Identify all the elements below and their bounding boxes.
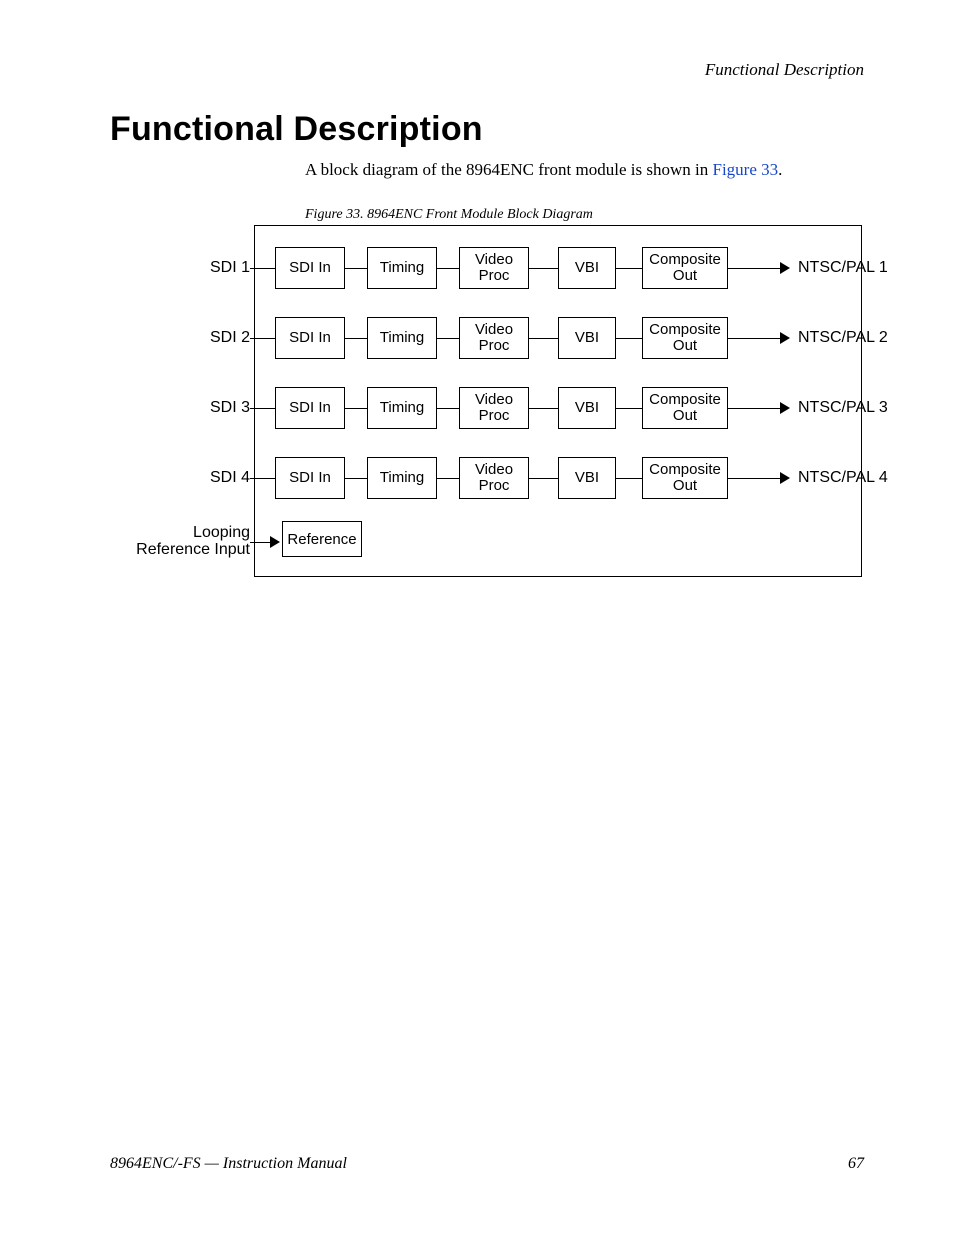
block-vbi: VBI bbox=[558, 457, 616, 499]
block-timing: Timing bbox=[367, 247, 437, 289]
figure-reference-link[interactable]: Figure 33 bbox=[712, 160, 778, 179]
connector-line bbox=[437, 408, 459, 409]
arrow-right-icon bbox=[270, 536, 280, 548]
reference-input-label: Looping Reference Input bbox=[130, 525, 250, 559]
connector-line bbox=[616, 338, 642, 339]
connector-line bbox=[616, 408, 642, 409]
arrow-right-icon bbox=[780, 332, 790, 344]
signal-row-3: SDI 3 SDI In Timing Video Proc VBI Compo… bbox=[130, 387, 870, 429]
page: Functional Description Functional Descri… bbox=[0, 0, 954, 1235]
footer-manual-title: 8964ENC/-FS — Instruction Manual bbox=[110, 1155, 347, 1173]
input-label: SDI 1 bbox=[190, 259, 250, 277]
connector-line bbox=[345, 408, 367, 409]
connector-line bbox=[437, 338, 459, 339]
intro-text-before: A block diagram of the 8964ENC front mod… bbox=[305, 160, 712, 179]
ref-label-line1: Looping bbox=[193, 524, 250, 541]
block-label-line2: Proc bbox=[479, 338, 510, 354]
block-composite-out: Composite Out bbox=[642, 247, 728, 289]
intro-text-after: . bbox=[778, 160, 782, 179]
input-label: SDI 2 bbox=[190, 329, 250, 347]
output-label: NTSC/PAL 2 bbox=[798, 329, 888, 347]
block-reference: Reference bbox=[282, 521, 362, 557]
signal-row-2: SDI 2 SDI In Timing Video Proc VBI Compo… bbox=[130, 317, 870, 359]
block-composite-out: Composite Out bbox=[642, 457, 728, 499]
arrow-right-icon bbox=[780, 472, 790, 484]
block-sdi-in: SDI In bbox=[275, 247, 345, 289]
block-label-line1: Composite bbox=[649, 392, 721, 408]
connector-line bbox=[437, 478, 459, 479]
input-label: SDI 4 bbox=[190, 469, 250, 487]
block-label-line2: Proc bbox=[479, 268, 510, 284]
connector-line bbox=[345, 268, 367, 269]
block-sdi-in: SDI In bbox=[275, 317, 345, 359]
block-timing: Timing bbox=[367, 317, 437, 359]
running-head: Functional Description bbox=[705, 60, 864, 80]
block-timing: Timing bbox=[367, 387, 437, 429]
block-sdi-in: SDI In bbox=[275, 387, 345, 429]
block-composite-out: Composite Out bbox=[642, 387, 728, 429]
signal-row-4: SDI 4 SDI In Timing Video Proc VBI Compo… bbox=[130, 457, 870, 499]
connector-line bbox=[529, 478, 558, 479]
block-label-line1: Video bbox=[475, 392, 513, 408]
signal-row-1: SDI 1 SDI In Timing Video Proc VBI Compo… bbox=[130, 247, 870, 289]
arrow-right-icon bbox=[780, 402, 790, 414]
block-label-line1: Video bbox=[475, 322, 513, 338]
block-label-line2: Out bbox=[673, 408, 697, 424]
figure-caption: Figure 33. 8964ENC Front Module Block Di… bbox=[305, 207, 593, 223]
connector-line bbox=[250, 268, 275, 269]
output-label: NTSC/PAL 3 bbox=[798, 399, 888, 417]
block-video-proc: Video Proc bbox=[459, 387, 529, 429]
connector-line bbox=[728, 338, 785, 339]
block-diagram: SDI 1 SDI In Timing Video Proc VBI Compo… bbox=[130, 225, 870, 585]
block-label-line1: Video bbox=[475, 462, 513, 478]
block-label-line2: Out bbox=[673, 478, 697, 494]
block-label-line1: Video bbox=[475, 252, 513, 268]
intro-paragraph: A block diagram of the 8964ENC front mod… bbox=[305, 160, 782, 180]
connector-line bbox=[616, 268, 642, 269]
connector-line bbox=[345, 338, 367, 339]
ref-label-line2: Reference Input bbox=[136, 541, 250, 558]
input-label: SDI 3 bbox=[190, 399, 250, 417]
connector-line bbox=[728, 408, 785, 409]
arrow-right-icon bbox=[780, 262, 790, 274]
footer-page-number: 67 bbox=[848, 1155, 864, 1173]
connector-line bbox=[616, 478, 642, 479]
connector-line bbox=[529, 268, 558, 269]
block-label-line2: Out bbox=[673, 338, 697, 354]
block-vbi: VBI bbox=[558, 317, 616, 359]
block-timing: Timing bbox=[367, 457, 437, 499]
block-vbi: VBI bbox=[558, 387, 616, 429]
output-label: NTSC/PAL 1 bbox=[798, 259, 888, 277]
block-label-line1: Composite bbox=[649, 252, 721, 268]
connector-line bbox=[437, 268, 459, 269]
connector-line bbox=[345, 478, 367, 479]
block-label-line2: Out bbox=[673, 268, 697, 284]
block-vbi: VBI bbox=[558, 247, 616, 289]
output-label: NTSC/PAL 4 bbox=[798, 469, 888, 487]
block-video-proc: Video Proc bbox=[459, 317, 529, 359]
block-label-line2: Proc bbox=[479, 478, 510, 494]
block-label-line1: Composite bbox=[649, 462, 721, 478]
block-sdi-in: SDI In bbox=[275, 457, 345, 499]
connector-line bbox=[529, 408, 558, 409]
reference-row: Looping Reference Input Reference bbox=[130, 521, 870, 563]
connector-line bbox=[250, 338, 275, 339]
connector-line bbox=[529, 338, 558, 339]
block-video-proc: Video Proc bbox=[459, 457, 529, 499]
connector-line bbox=[728, 478, 785, 479]
connector-line bbox=[250, 408, 275, 409]
block-video-proc: Video Proc bbox=[459, 247, 529, 289]
block-composite-out: Composite Out bbox=[642, 317, 728, 359]
page-title: Functional Description bbox=[110, 110, 483, 149]
connector-line bbox=[728, 268, 785, 269]
block-label-line2: Proc bbox=[479, 408, 510, 424]
block-label-line1: Composite bbox=[649, 322, 721, 338]
connector-line bbox=[250, 478, 275, 479]
